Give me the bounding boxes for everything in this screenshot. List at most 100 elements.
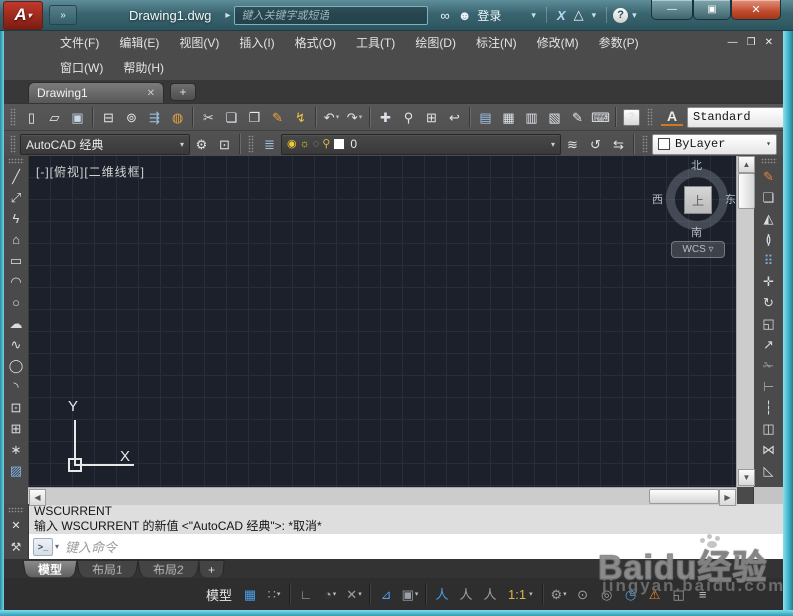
toolbar-grip[interactable]: [10, 108, 16, 126]
open-file-icon[interactable]: ▱: [43, 106, 66, 128]
viewcube-top-face[interactable]: 上: [684, 186, 712, 214]
stretch-icon[interactable]: ↗: [758, 334, 780, 355]
viewcube-south-label[interactable]: 南: [691, 224, 702, 240]
text-style-combo[interactable]: Standard ▾: [687, 107, 793, 128]
grid-display-icon[interactable]: ▦: [238, 583, 262, 605]
layer-on-bulb-icon[interactable]: ◉: [287, 139, 297, 150]
horizontal-scrollbar[interactable]: ◀ ▶: [28, 487, 737, 505]
help-search-field[interactable]: 键入关键字或短语: [234, 6, 428, 25]
layer-viewport-icon[interactable]: ◌: [313, 139, 320, 150]
break-at-point-icon[interactable]: ┆: [758, 397, 780, 418]
command-prompt-caret-icon[interactable]: ▾: [55, 542, 59, 551]
menu-format[interactable]: 格式(O): [285, 31, 346, 54]
chevron-down-icon[interactable]: ▾: [545, 140, 555, 149]
match-properties-icon[interactable]: ✎: [266, 106, 289, 128]
cut-icon[interactable]: ✂: [197, 106, 220, 128]
maximize-button[interactable]: ▣: [693, 0, 731, 20]
menu-dimension[interactable]: 标注(N): [466, 31, 527, 54]
array-icon[interactable]: ⠿: [758, 250, 780, 271]
new-file-icon[interactable]: ▯: [20, 106, 43, 128]
zoom-window-icon[interactable]: ⊞: [420, 106, 443, 128]
exchange-apps-icon[interactable]: X: [557, 8, 566, 23]
pan-icon[interactable]: ✚: [374, 106, 397, 128]
scroll-left-icon[interactable]: ◀: [29, 489, 46, 506]
layer-states-icon[interactable]: ≋: [561, 133, 584, 155]
undo-icon[interactable]: ↶▾: [320, 106, 343, 128]
markup-set-manager-icon[interactable]: ✎: [566, 106, 589, 128]
object-snap-tracking-dropdown-icon[interactable]: ▾: [415, 590, 419, 598]
sheet-set-manager-icon[interactable]: ▧: [543, 106, 566, 128]
extend-icon[interactable]: ⊢: [758, 376, 780, 397]
horizontal-scroll-thumb[interactable]: [649, 489, 719, 504]
rotate-icon[interactable]: ↻: [758, 292, 780, 313]
application-menu-button[interactable]: A ▾: [3, 1, 43, 30]
toolbar-grip[interactable]: [761, 158, 777, 164]
toolbar-grip[interactable]: [248, 135, 254, 153]
ellipse-icon[interactable]: ◯: [5, 355, 27, 376]
chamfer-icon[interactable]: ◺: [758, 460, 780, 481]
object-snap-icon[interactable]: ⊿: [374, 583, 398, 605]
annotation-visibility-icon[interactable]: 人: [430, 583, 454, 605]
menu-view[interactable]: 视图(V): [169, 31, 229, 54]
menu-parametric[interactable]: 参数(P): [589, 31, 649, 54]
scroll-right-icon[interactable]: ▶: [719, 489, 736, 506]
drawing-canvas[interactable]: [-][俯视][二维线框] 上 北 南 西 东 WCS ▿ Y X: [28, 155, 737, 487]
vertical-scroll-thumb[interactable]: [738, 173, 755, 209]
mirror-icon[interactable]: ◭: [758, 208, 780, 229]
scale-icon[interactable]: ◱: [758, 313, 780, 334]
performance-warning-icon[interactable]: ⚠: [643, 583, 667, 605]
layout-tab-layout2[interactable]: 布局2: [137, 560, 199, 578]
offset-icon[interactable]: ≬: [758, 229, 780, 250]
command-history[interactable]: WSCURRENT 输入 WSCURRENT 的新值 <"AutoCAD 经典"…: [28, 504, 783, 535]
scroll-up-icon[interactable]: ▲: [738, 156, 755, 173]
arc-icon[interactable]: ◠: [5, 271, 27, 292]
toolbar-grip[interactable]: [8, 158, 24, 164]
snap-mode-icon[interactable]: ∷▾: [262, 583, 286, 605]
sign-in-button[interactable]: 登录: [477, 7, 501, 24]
toolbar-grip[interactable]: [642, 135, 648, 153]
designcenter-icon[interactable]: ▦: [497, 106, 520, 128]
command-input-row[interactable]: >_ ▾ 键入命令: [28, 534, 783, 559]
layer-properties-manager-icon[interactable]: ≣: [258, 133, 281, 155]
make-block-icon[interactable]: ⊞: [5, 418, 27, 439]
chevron-down-icon[interactable]: ▾: [174, 140, 184, 149]
trim-icon[interactable]: ✁: [758, 355, 780, 376]
zoom-previous-icon[interactable]: ↩: [443, 106, 466, 128]
plot-icon[interactable]: ⊟: [97, 106, 120, 128]
user-icon[interactable]: ☻: [458, 8, 472, 23]
polar-tracking-icon[interactable]: ◔▾: [318, 583, 342, 605]
quickcalc-icon[interactable]: ⌨: [589, 106, 612, 128]
menu-file[interactable]: 文件(F): [50, 31, 109, 54]
block-editor-icon[interactable]: ↯: [289, 106, 312, 128]
graphics-performance-icon[interactable]: ◷: [619, 583, 643, 605]
annotation-scale-value-dropdown-icon[interactable]: ▾: [529, 590, 533, 598]
workspace-switch-dropdown-icon[interactable]: ▾: [563, 590, 567, 598]
doc-minimize-icon[interactable]: —: [728, 37, 738, 48]
save-workspace-icon[interactable]: ⊡: [213, 133, 236, 155]
break-icon[interactable]: ◫: [758, 418, 780, 439]
model-space-label[interactable]: 模型: [206, 585, 232, 604]
plot-preview-icon[interactable]: ⊚: [120, 106, 143, 128]
move-icon[interactable]: ✛: [758, 271, 780, 292]
annotation-scale-icon[interactable]: 人: [478, 583, 502, 605]
viewcube-east-label[interactable]: 东: [725, 191, 736, 207]
command-prompt-icon[interactable]: >_: [33, 538, 53, 556]
menu-draw[interactable]: 绘图(D): [405, 31, 466, 54]
menu-modify[interactable]: 修改(M): [527, 31, 589, 54]
ellipse-arc-icon[interactable]: ◝: [5, 376, 27, 397]
redo-icon[interactable]: ↷▾: [343, 106, 366, 128]
copy-icon[interactable]: ❏: [220, 106, 243, 128]
publish-icon[interactable]: ⇶: [143, 106, 166, 128]
command-line-grip[interactable]: [8, 507, 24, 513]
paste-icon[interactable]: ❐: [243, 106, 266, 128]
new-layout-tab-button[interactable]: +: [199, 560, 225, 578]
menu-window[interactable]: 窗口(W): [50, 56, 113, 79]
line-icon[interactable]: ╱: [5, 166, 27, 187]
rectangle-icon[interactable]: ▭: [5, 250, 27, 271]
zoom-realtime-icon[interactable]: ⚲: [397, 106, 420, 128]
construction-line-icon[interactable]: ⤢: [5, 187, 27, 208]
scroll-down-icon[interactable]: ▼: [738, 469, 755, 486]
redo-dropdown-icon[interactable]: ▾: [359, 113, 363, 121]
menu-help[interactable]: 帮助(H): [113, 56, 174, 79]
command-line-close-icon[interactable]: ✕: [11, 519, 20, 532]
